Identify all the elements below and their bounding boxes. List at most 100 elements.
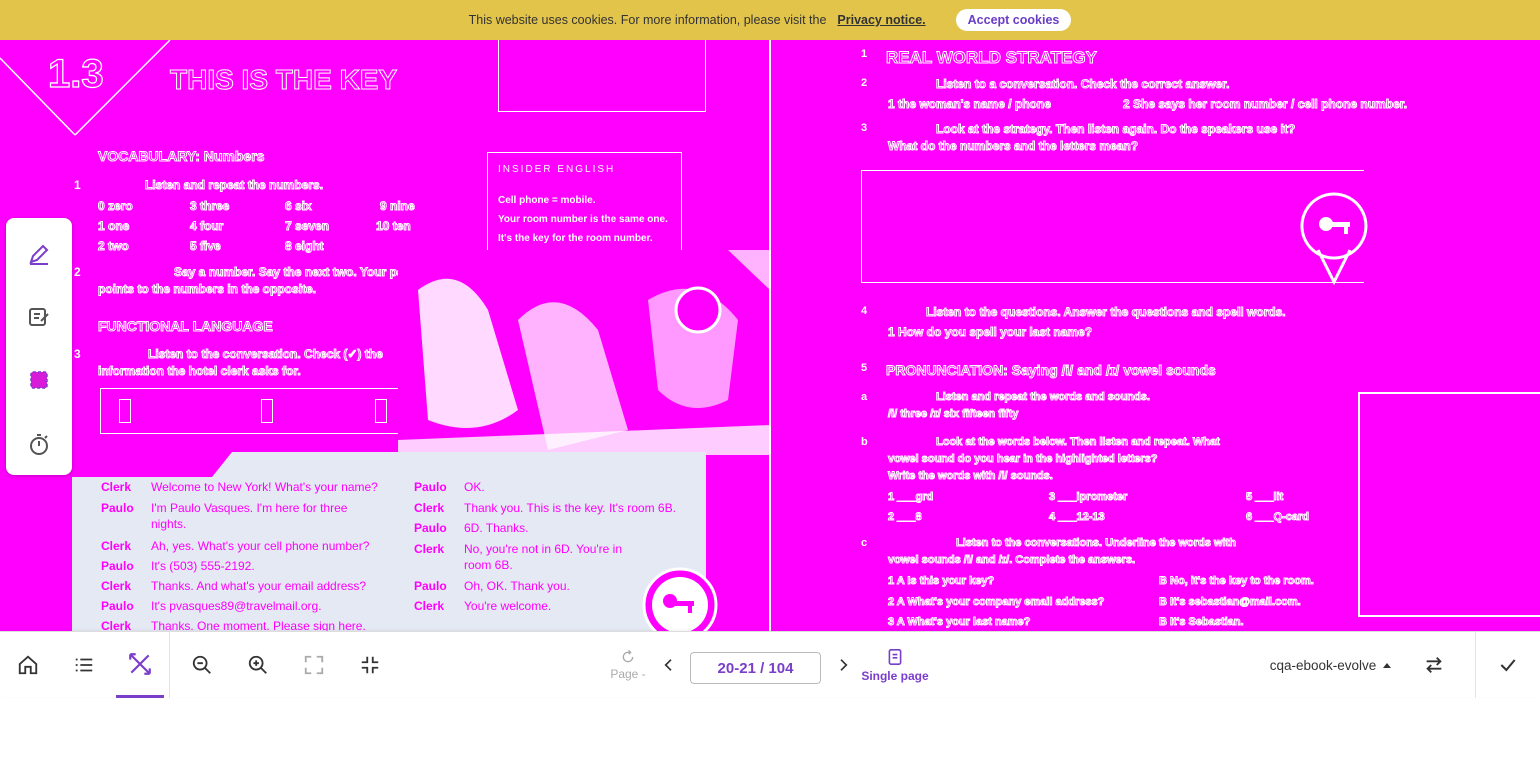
dialog-line: Oh, OK. Thank you. (464, 579, 570, 593)
word-blank: 5 ___lit (1245, 491, 1284, 504)
answer-line: B No, it's the key to the room. (1159, 575, 1315, 588)
answer-checkbox[interactable] (261, 399, 273, 423)
exercise-q-cont: vowel sounds /i/ and /ɪ/. Complete the a… (887, 554, 1136, 567)
vocab-instruction: Listen and repeat the numbers. (144, 178, 324, 193)
dialog-speaker: Clerk (414, 542, 445, 556)
dialog-speaker: Clerk (101, 579, 132, 593)
highlight-tool-button[interactable] (23, 364, 55, 396)
image-frame (1358, 392, 1540, 617)
number-item: 7 seven (284, 219, 330, 234)
dialog-speaker: Clerk (101, 480, 132, 494)
number-item: 8 eight (285, 239, 325, 254)
note-tool-button[interactable] (23, 301, 55, 333)
next-page-button[interactable] (830, 632, 856, 698)
single-page-label: Single page (861, 668, 929, 683)
answer-checkbox[interactable] (119, 399, 131, 423)
word-blank: 2 ___8 (888, 511, 923, 524)
unit-title: THIS IS THE KEY (169, 64, 398, 96)
number-item: 2 two (98, 239, 130, 254)
tools-toggle-button[interactable] (116, 632, 164, 698)
confirm-button[interactable] (1490, 632, 1526, 698)
dialog-line: Ah, yes. What's your cell phone number? (151, 539, 370, 553)
right-page: 1 REAL WORLD STRATEGY 2 Listen to a conv… (771, 40, 1540, 631)
dialog-line: It's pvasques89@travelmail.org. (151, 599, 322, 613)
hotel-reception-photo (398, 250, 770, 455)
pen-tool-button[interactable] (23, 238, 55, 270)
answer-line: 3 A What's your last name? (887, 616, 1031, 629)
word-blank: 4 ___12-13 (1049, 511, 1106, 524)
exercise-2-cont: points to the numbers in the opposite. (98, 282, 317, 297)
number-item: 4 four (189, 219, 224, 234)
list-icon (75, 658, 93, 672)
zoom-in-icon (248, 655, 267, 674)
number-item: 1 one (97, 219, 130, 234)
pencil-ruler-icon (129, 652, 151, 675)
pen-icon (29, 244, 49, 265)
exercise-b-cont: What do the numbers and the letters mean… (887, 139, 1139, 154)
accept-cookies-button[interactable]: Accept cookies (955, 9, 1072, 31)
page-reset-control[interactable]: Page - (606, 632, 650, 698)
number-item: 5 five (190, 239, 222, 254)
fit-width-button[interactable] (296, 632, 332, 698)
number-item: 6 six (285, 199, 313, 214)
toolbar-separator (1475, 632, 1476, 698)
bottom-toolbar: Page - 20-21 / 104 Single page cqa-ebook… (0, 631, 1540, 698)
highlight-box-icon (30, 371, 48, 389)
dialog-line: It's (503) 555-2192. (151, 559, 255, 573)
functional-heading: FUNCTIONAL LANGUAGE (98, 318, 274, 335)
expand-icon (304, 655, 324, 675)
left-page: 1.3 THIS IS THE KEY VOCABULARY: Numbers … (0, 40, 770, 631)
zoom-out-button[interactable] (184, 632, 220, 698)
dialog-speaker: Paulo (101, 559, 134, 573)
insider-line: It's the key for the room number. (498, 233, 653, 244)
home-button[interactable] (10, 632, 46, 698)
swap-arrows-icon (1426, 657, 1442, 673)
page-label: Page - (610, 667, 646, 681)
page-number-input[interactable]: 20-21 / 104 (690, 652, 821, 684)
number-item: 10 ten (376, 219, 412, 234)
strategy-box (861, 170, 1364, 283)
word-blank: 6 ___Q-card (1246, 511, 1310, 524)
book-selector[interactable]: cqa-ebook-evolve (1256, 632, 1406, 698)
dialog-speaker: Paulo (414, 521, 447, 535)
pron-exercise: Listen and repeat the words and sounds. (936, 391, 1151, 404)
insider-label: INSIDER ENGLISH (498, 164, 616, 175)
exercise-3-cont: information the hotel clerk asks for. (98, 364, 302, 379)
key-pin-icon (1300, 192, 1368, 286)
privacy-notice-link[interactable]: Privacy notice. (837, 13, 925, 27)
caret-up-icon (1383, 663, 1392, 668)
check-icon (1500, 659, 1516, 672)
exercise-a-option: 2 She says her room number / cell phone … (1122, 97, 1408, 112)
previous-page-button[interactable] (656, 632, 682, 698)
exercise-3: Listen to the conversation. Check (✓) th… (148, 347, 384, 362)
dialog-speaker: Paulo (414, 579, 447, 593)
number-item: 9 nine (380, 199, 416, 214)
dialog-line: Thanks. And what's your email address? (151, 579, 367, 593)
pron-exercise: Write the words with /i/ sounds. (888, 470, 1054, 483)
single-page-toggle[interactable]: Single page (856, 632, 934, 698)
exercise-b: Look at the strategy. Then listen again.… (935, 122, 1296, 137)
compress-icon (361, 656, 379, 674)
dialog-speaker: Clerk (101, 619, 132, 631)
table-of-contents-button[interactable] (66, 632, 102, 698)
ebook-reader: This website uses cookies. For more info… (0, 0, 1540, 776)
pron-exercise: vowel sound do you hear in the highlight… (888, 453, 1159, 466)
dialog-line: OK. (464, 480, 485, 494)
exercise-q: Listen to the conversations. Underline t… (956, 537, 1237, 550)
dialog-line: I'm Paulo Vasques. I'm here for three ni… (151, 501, 348, 531)
cookie-message: This website uses cookies. For more info… (468, 13, 827, 27)
book-name: cqa-ebook-evolve (1269, 657, 1377, 673)
answer-checkbox[interactable] (375, 399, 387, 423)
timer-tool-button[interactable] (23, 428, 55, 460)
dialog-speaker: Paulo (101, 501, 134, 515)
key-badge-icon (642, 567, 718, 631)
switch-book-button[interactable] (1416, 632, 1452, 698)
home-icon (18, 655, 38, 675)
answer-line: 2 A What's your company email address? (887, 596, 1105, 609)
answer-line: B It's Sebastian. (1159, 616, 1245, 629)
zoom-in-button[interactable] (240, 632, 276, 698)
refresh-icon (622, 649, 634, 663)
dialog-line: You're welcome. (464, 599, 552, 613)
note-icon (29, 308, 49, 326)
fit-page-button[interactable] (352, 632, 388, 698)
